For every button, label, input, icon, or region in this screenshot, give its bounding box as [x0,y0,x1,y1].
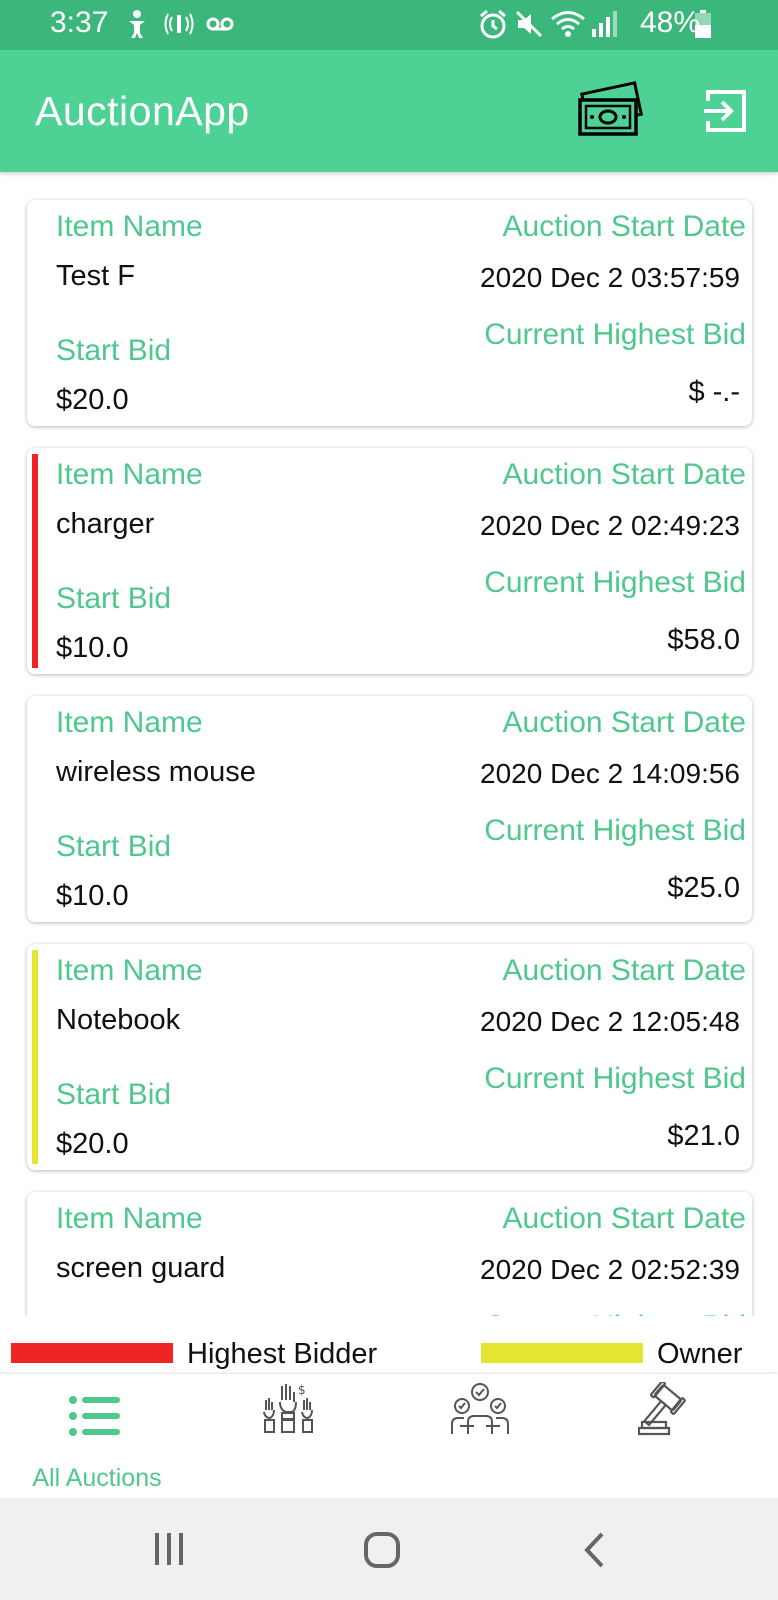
system-navigation-bar [0,1498,778,1600]
auction-start-date: 2020 Dec 2 14:09:56 [480,758,740,789]
status-time: 3:37 [50,6,109,39]
auction-card[interactable]: Item Name Test F Auction Start Date 2020… [27,200,752,426]
auction-start-date: 2020 Dec 2 02:52:39 [480,1254,740,1285]
money-button[interactable] [576,80,650,142]
current-highest-bid-label: Current Highest Bid [484,566,746,599]
cell-signal-icon [590,9,618,44]
vote-people-icon [451,1383,509,1434]
recents-icon[interactable] [154,1532,184,1566]
voicemail-icon [205,9,235,44]
auction-card[interactable]: Item Name wireless mouse Auction Start D… [27,696,752,922]
auction-start-date-label: Auction Start Date [502,210,746,243]
home-icon[interactable] [364,1532,400,1568]
start-bid-label: Start Bid [56,830,172,863]
item-name: screen guard [56,1252,226,1284]
current-highest-bid-label: Current Highest Bid [484,1062,746,1095]
money-icon [578,81,644,136]
legend: Highest Bidder Owner [0,1316,778,1374]
app-title: AuctionApp [35,88,250,134]
auction-card[interactable]: Item Name screen guard Auction Start Dat… [27,1192,752,1316]
logout-icon [704,90,746,132]
start-bid: $20.0 [56,1128,129,1160]
vibrate-signal-icon [163,9,195,44]
nav-all-auctions[interactable]: All Auctions [0,1374,194,1498]
item-name-label: Item Name [56,706,203,739]
start-bid: $10.0 [56,880,129,912]
owner-legend-label: Owner [657,1338,743,1370]
current-highest-bid: $25.0 [667,872,740,904]
item-name-label: Item Name [56,458,203,491]
bottom-navigation: All Auctions $ [0,1374,778,1498]
logout-button[interactable] [702,88,748,134]
start-bid: $20.0 [56,384,129,416]
auction-start-date: 2020 Dec 2 12:05:48 [480,1006,740,1037]
item-name: Test F [56,260,135,292]
current-highest-bid: $ -.- [688,376,740,408]
start-bid-label: Start Bid [56,1078,172,1111]
auction-card[interactable]: Item Name charger Auction Start Date 202… [27,448,752,674]
item-name-label: Item Name [56,1202,203,1235]
nav-all-auctions-label: All Auctions [32,1464,162,1492]
accessibility-icon [125,9,149,44]
auction-start-date-label: Auction Start Date [502,458,746,491]
owner-swatch [481,1343,643,1363]
highest-bidder-swatch [11,1343,173,1363]
auction-start-date-label: Auction Start Date [502,954,746,987]
current-highest-bid: $21.0 [667,1120,740,1152]
start-bid-label: Start Bid [56,334,172,367]
status-bar: 3:37 48% [0,0,778,50]
wifi-icon [550,9,586,44]
nav-my-auctions[interactable] [582,1374,776,1498]
nav-participants[interactable] [388,1374,582,1498]
back-icon[interactable] [582,1532,606,1568]
auction-start-date-label: Auction Start Date [502,706,746,739]
start-bid: $10.0 [56,632,129,664]
nav-bids[interactable]: $ [194,1374,388,1498]
highest-bidder-legend-label: Highest Bidder [187,1338,378,1370]
owner-marker [32,950,38,1164]
auction-card[interactable]: Item Name Notebook Auction Start Date 20… [27,944,752,1170]
app-bar: AuctionApp [0,50,778,172]
battery-percent: 48% [640,6,701,39]
auction-list[interactable]: Item Name Test F Auction Start Date 2020… [0,172,778,1316]
current-highest-bid-label: Current Highest Bid [484,814,746,847]
mute-icon [514,9,544,44]
bidding-hands-icon: $ [263,1383,313,1433]
item-name-label: Item Name [56,210,203,243]
item-name: wireless mouse [56,756,256,788]
current-highest-bid-label: Current Highest Bid [484,318,746,351]
svg-text:$: $ [298,1383,306,1397]
item-name: Notebook [56,1004,181,1036]
highest-bidder-marker [32,454,38,668]
start-bid-label: Start Bid [56,582,172,615]
item-name-label: Item Name [56,954,203,987]
auction-start-date-label: Auction Start Date [502,1202,746,1235]
gavel-icon [638,1382,686,1436]
auction-start-date: 2020 Dec 2 02:49:23 [480,510,740,541]
battery-icon [694,9,712,44]
auction-start-date: 2020 Dec 2 03:57:59 [480,262,740,293]
current-highest-bid: $58.0 [667,624,740,656]
list-icon [69,1396,120,1436]
item-name: charger [56,508,155,540]
alarm-icon [478,9,508,46]
